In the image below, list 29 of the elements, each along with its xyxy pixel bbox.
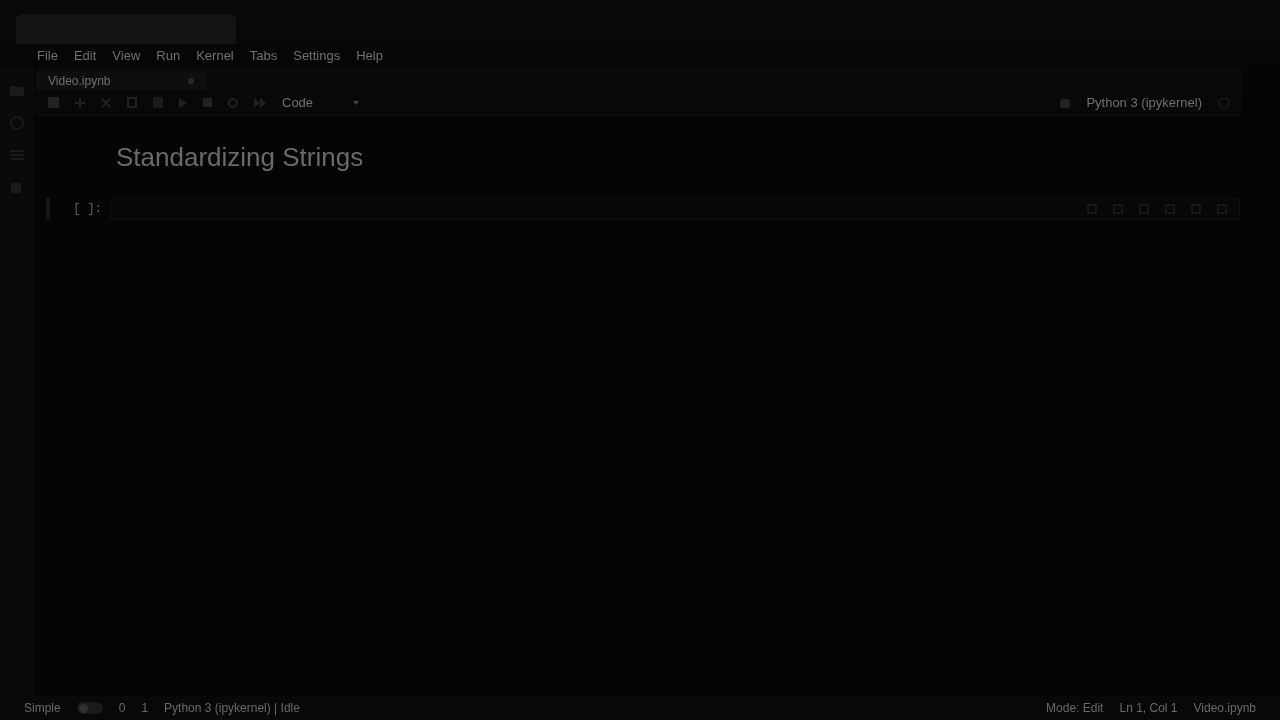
simple-mode-toggle[interactable] [76,702,103,714]
notebook-heading: Standardizing Strings [115,141,365,174]
menu-item[interactable]: View [112,46,141,66]
menu-item[interactable]: Settings [293,46,341,66]
status-count: 0 [118,700,126,717]
stop-icon[interactable] [203,98,212,107]
menu-item[interactable]: Kernel [196,46,234,66]
mode-label: Simple [24,700,61,717]
status-item: Ln 1, Col 1 [1119,700,1178,717]
restart-icon[interactable] [228,97,238,108]
menu-item[interactable]: File [37,46,58,66]
copy-icon[interactable] [127,97,137,108]
kernel-name[interactable]: Python 3 (ipykernel) [1086,92,1202,113]
menu-item[interactable]: Run [156,46,181,66]
status-item: Mode: Edit [1046,700,1104,717]
run-icon[interactable] [179,97,187,108]
notebook-tab[interactable]: Video.ipynb [36,72,206,90]
cell-prompt: [ ]: [72,201,103,218]
cell-type-dropdown[interactable]: Code [282,92,362,113]
caret-icon [353,100,360,105]
menu-item[interactable]: Help [356,46,383,66]
menu-item[interactable]: Tabs [249,46,278,66]
fast-forward-icon[interactable] [254,97,266,108]
status-item: Video.ipynb [1193,700,1256,717]
scissors-icon[interactable] [101,97,111,108]
status-count: 1 [141,700,149,717]
plus-icon[interactable] [75,97,85,108]
menu-item[interactable]: Edit [73,46,97,66]
kernel-status: Python 3 (ipykernel) | Idle [164,700,300,717]
